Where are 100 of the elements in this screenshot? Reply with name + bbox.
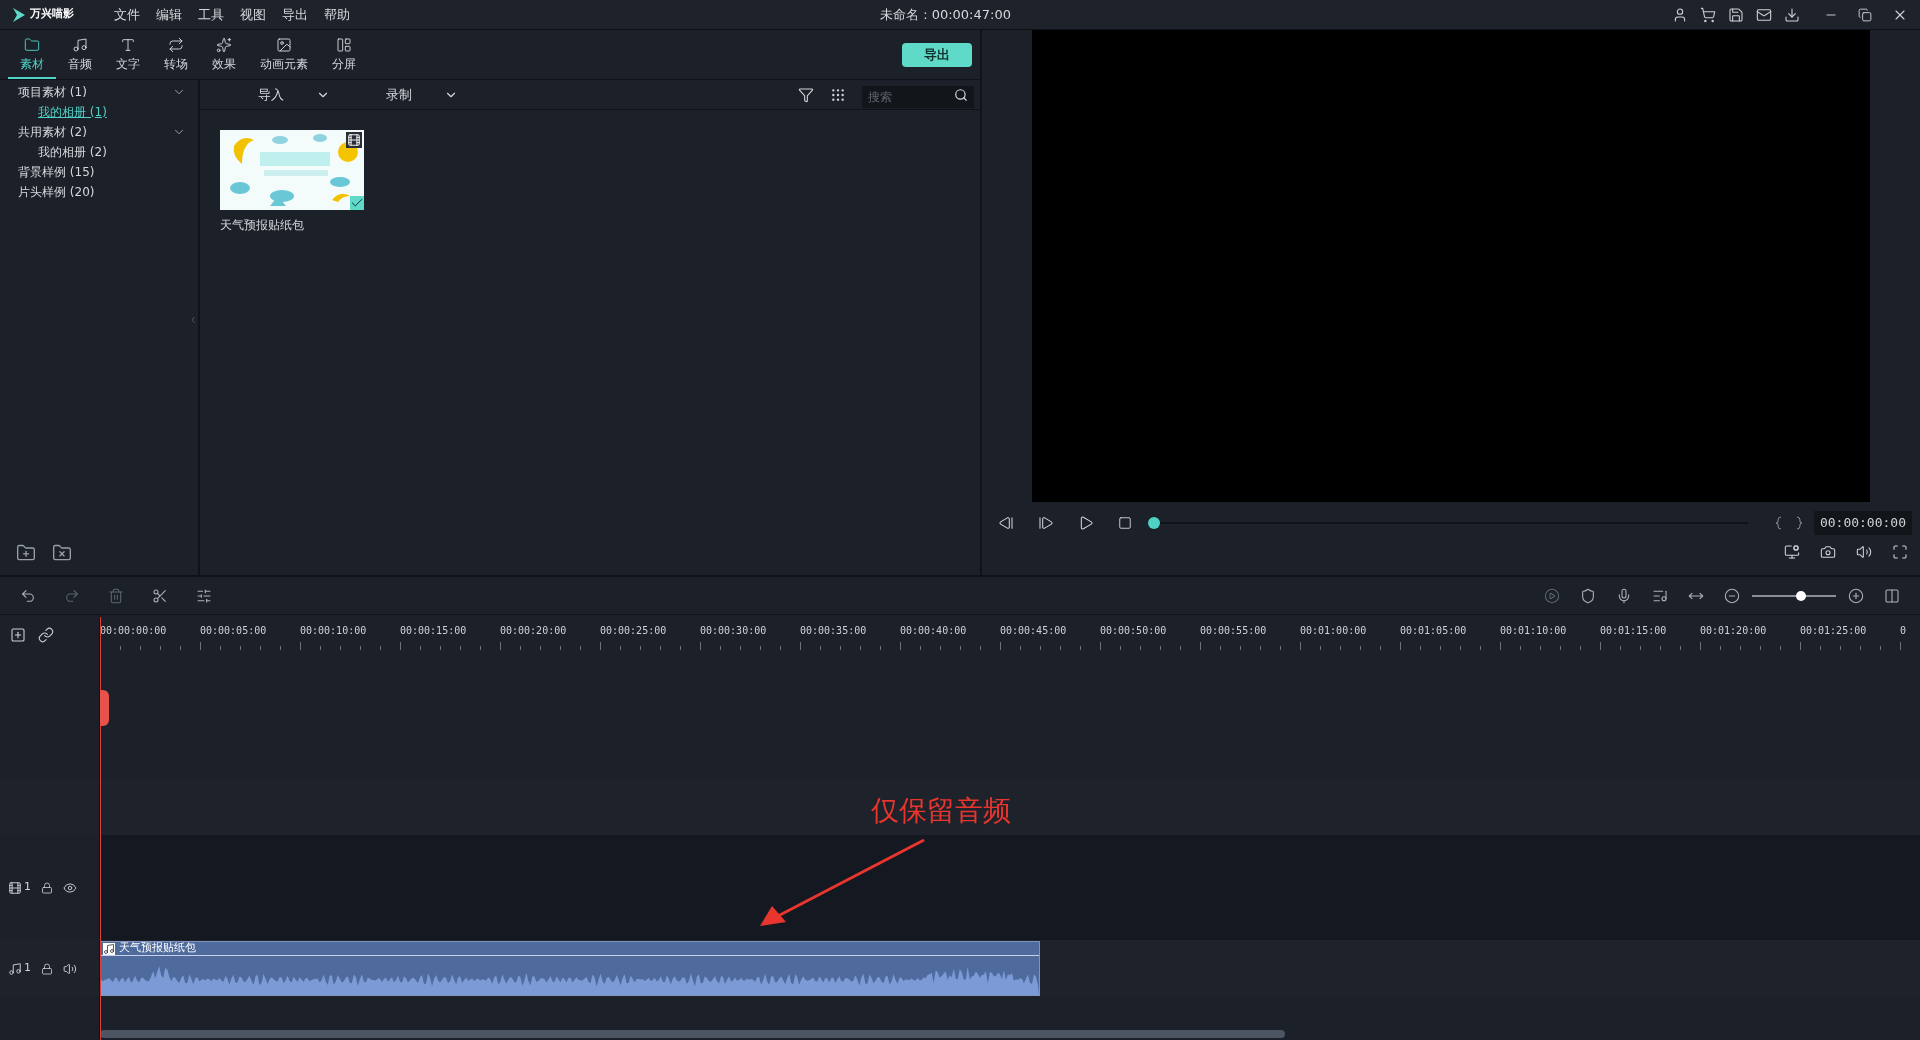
zoom-in-icon[interactable]: [1848, 587, 1864, 604]
search-icon[interactable]: [954, 87, 968, 102]
volume-icon[interactable]: [1856, 544, 1872, 560]
monitor-settings-icon[interactable]: [1784, 544, 1800, 560]
volume-icon[interactable]: [63, 961, 77, 976]
scissors-icon[interactable]: [152, 587, 168, 604]
zoom-thumb[interactable]: [1796, 590, 1807, 601]
check-icon: [350, 196, 364, 210]
panel-icon[interactable]: [1884, 587, 1900, 604]
cart-icon[interactable]: [1700, 6, 1716, 23]
new-folder-icon[interactable]: [16, 543, 36, 563]
microphone-icon[interactable]: [1616, 587, 1632, 604]
layout-icon: [336, 37, 352, 53]
ruler-label: 00:00:35:00: [800, 624, 868, 638]
progress-thumb[interactable]: [1148, 517, 1160, 529]
menu-item[interactable]: 工具: [198, 4, 224, 25]
image-icon: [276, 37, 292, 53]
grid-icon[interactable]: [830, 86, 846, 103]
ruler-label: 00:00:25:00: [600, 624, 668, 638]
audio-clip[interactable]: 天气预报贴纸包: [100, 941, 1040, 996]
dropdown-button[interactable]: 录制: [358, 84, 486, 105]
sidebar-item[interactable]: 我的相册 (1): [38, 103, 107, 121]
filter-icon[interactable]: [798, 86, 814, 103]
previous-frame-icon[interactable]: [998, 515, 1014, 531]
delete-icon[interactable]: [108, 587, 124, 604]
film-icon: [8, 880, 22, 895]
export-button[interactable]: 导出: [902, 43, 972, 67]
timecode: 00:00:00:00: [1813, 511, 1912, 535]
window-title: 未命名 : 00:00:47:00: [880, 5, 1011, 24]
undo-icon[interactable]: [20, 587, 36, 604]
mark-in-out-icon[interactable]: [1775, 516, 1802, 530]
menu-item[interactable]: 编辑: [156, 4, 182, 25]
download-icon[interactable]: [1784, 6, 1800, 23]
tab[interactable]: 转场: [152, 33, 200, 79]
ruler-label: 00:00:15:00: [400, 624, 468, 638]
adjust-icon[interactable]: [196, 587, 212, 604]
ruler-label: 00:01:15:00: [1600, 624, 1668, 638]
dropdown-button[interactable]: 导入: [230, 84, 358, 105]
eye-icon[interactable]: [63, 880, 77, 895]
ruler-label: 00:01:00:00: [1300, 624, 1368, 638]
ruler-label: 00:01:20:00: [1700, 624, 1768, 638]
annotation-text: 仅保留音频: [871, 793, 1011, 829]
ruler-label: 00:00:20:00: [500, 624, 568, 638]
ruler-label: 00:01:25:00: [1800, 624, 1868, 638]
ruler-label: 00:00:40:00: [900, 624, 968, 638]
add-track-icon[interactable]: [10, 627, 26, 643]
tab[interactable]: 文字: [104, 33, 152, 79]
playhead-handle[interactable]: [100, 690, 109, 726]
play-icon[interactable]: [1078, 515, 1094, 531]
horizontal-scrollbar[interactable]: [100, 1030, 1285, 1038]
track-number: 1: [24, 960, 31, 977]
clip-title: 天气预报贴纸包: [119, 940, 196, 957]
menu-item[interactable]: 视图: [240, 4, 266, 25]
save-icon[interactable]: [1728, 6, 1744, 23]
media-title[interactable]: 天气预报贴纸包: [220, 216, 364, 234]
tab[interactable]: 效果: [200, 33, 248, 79]
music-icon: [103, 942, 115, 955]
restore-icon[interactable]: [1858, 7, 1872, 22]
music-icon: [72, 37, 88, 53]
search-field[interactable]: 搜索: [862, 85, 974, 108]
user-icon[interactable]: [1672, 6, 1688, 23]
stop-icon[interactable]: [1118, 516, 1132, 530]
app-name: 万兴喵影: [30, 6, 74, 23]
folder-icon: [24, 37, 40, 53]
link-icon[interactable]: [38, 627, 54, 643]
delete-folder-icon[interactable]: [52, 543, 72, 563]
sidebar-item[interactable]: 我的相册 (2): [38, 143, 107, 161]
next-frame-icon[interactable]: [1038, 515, 1054, 531]
sidebar-item[interactable]: 共用素材 (2): [18, 123, 87, 141]
menu-item[interactable]: 导出: [282, 4, 308, 25]
fullscreen-icon[interactable]: [1892, 544, 1908, 560]
tab[interactable]: 素材: [8, 33, 56, 79]
sidebar-item[interactable]: 背景样例 (15): [18, 163, 95, 181]
ruler-label: 00:01:05:00: [1400, 624, 1468, 638]
sidebar-item[interactable]: 项目素材 (1): [18, 83, 87, 101]
track-number: 1: [24, 879, 31, 896]
render-icon[interactable]: [1544, 587, 1560, 604]
tab[interactable]: 动画元素: [248, 33, 320, 79]
ruler-label: 00:00:45:00: [1000, 624, 1068, 638]
sidebar-item[interactable]: 片头样例 (20): [18, 183, 95, 201]
menu-item[interactable]: 帮助: [324, 4, 350, 25]
sparkles-icon: [216, 37, 232, 53]
logo-icon: [12, 6, 26, 23]
lock-icon[interactable]: [41, 881, 53, 894]
mail-icon[interactable]: [1756, 6, 1772, 23]
lock-icon[interactable]: [41, 962, 53, 975]
ruler-label: 0: [1900, 624, 1908, 638]
ruler-label: 00:00:05:00: [200, 624, 268, 638]
menu-item[interactable]: 文件: [114, 4, 140, 25]
tab[interactable]: 分屏: [320, 33, 368, 79]
film-icon: [347, 133, 361, 147]
ruler-label: 00:00:50:00: [1100, 624, 1168, 638]
ruler-label: 00:00:10:00: [300, 624, 368, 638]
ruler-label: 00:00:55:00: [1200, 624, 1268, 638]
marker-icon[interactable]: [1580, 587, 1596, 604]
zoom-out-icon[interactable]: [1724, 587, 1740, 604]
tab[interactable]: 音频: [56, 33, 104, 79]
text-icon: [120, 37, 136, 53]
progress-track[interactable]: [1148, 517, 1748, 529]
camera-icon[interactable]: [1820, 544, 1836, 560]
